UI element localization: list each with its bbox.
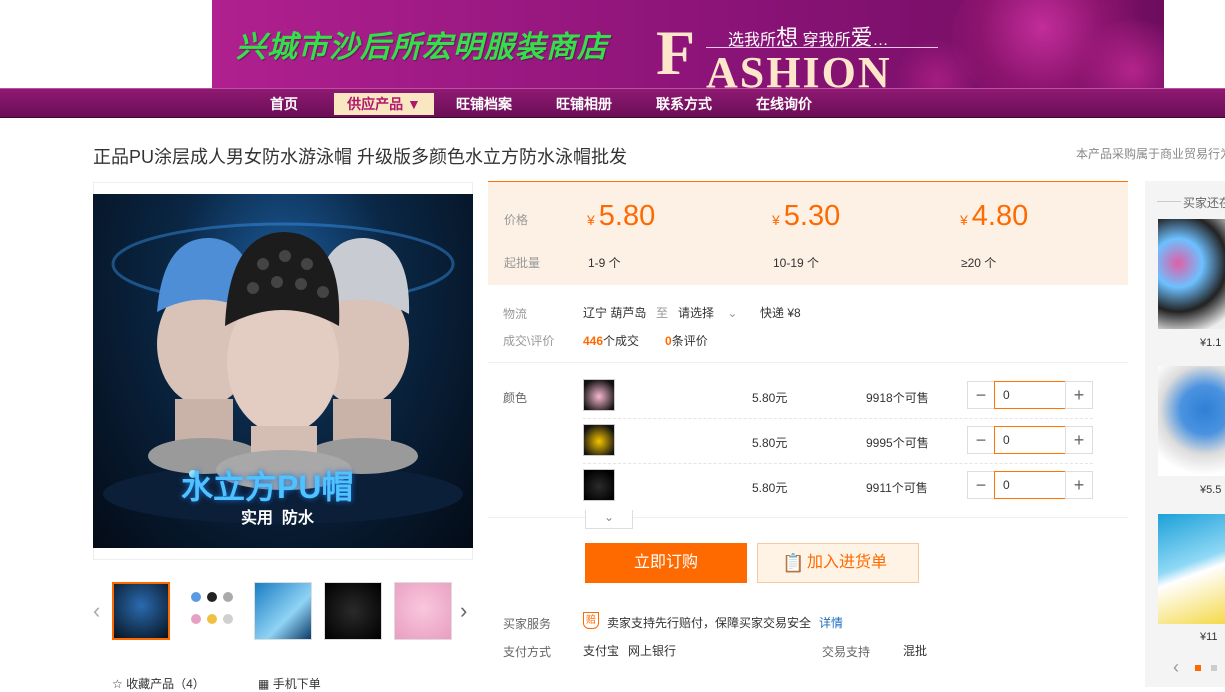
sku-stock: 9995个可售: [866, 436, 929, 450]
divider: [1157, 201, 1181, 202]
product-title: 正品PU涂层成人男女防水游泳帽 升级版多颜色水立方防水泳帽批发: [93, 147, 628, 167]
moq-label: 起批量: [504, 256, 541, 270]
ship-to-label: 至: [656, 306, 669, 320]
guarantee-details-link[interactable]: 详情: [819, 614, 843, 631]
buyer-service-label: 买家服务: [503, 617, 552, 631]
quantity-stepper: − 0 +: [967, 426, 1093, 454]
qr-code-icon: ▦: [258, 677, 270, 691]
thumbnail[interactable]: [183, 582, 241, 640]
sku-price: 5.80元: [752, 391, 788, 405]
qty-range-2: 10-19 个: [773, 256, 820, 270]
thumbnail[interactable]: [254, 582, 312, 640]
recommendations-sidebar: 买家还在 ¥1.1 ¥5.5 ¥11 ‹: [1145, 181, 1225, 687]
thumbnail[interactable]: [112, 582, 170, 640]
color-label: 颜色: [503, 391, 528, 405]
sku-swatch-yellow[interactable]: [583, 424, 615, 456]
clipboard-icon: 📋: [782, 553, 805, 573]
chevron-down-icon: ⌄: [727, 306, 738, 320]
carousel-dot-active[interactable]: [1195, 665, 1201, 671]
quantity-stepper: − 0 +: [967, 381, 1093, 409]
sku-swatch-pink[interactable]: [583, 379, 615, 411]
price-tier-3: ¥4.80: [960, 200, 1029, 232]
reviews-count[interactable]: 0条评价: [665, 332, 708, 349]
sku-price: 5.80元: [752, 481, 788, 495]
destination-select[interactable]: 请选择 ⌄: [678, 304, 737, 321]
sku-stock: 9918个可售: [866, 391, 929, 405]
quantity-stepper: − 0 +: [967, 471, 1093, 499]
sku-swatch-black[interactable]: [583, 469, 615, 501]
favorite-link[interactable]: ☆ 收藏产品（4）: [112, 675, 205, 692]
deals-count[interactable]: 446个成交: [583, 332, 639, 349]
decrement-button[interactable]: −: [967, 426, 995, 454]
shield-badge-icon: 赔: [583, 612, 599, 629]
carousel-dot[interactable]: [1211, 665, 1217, 671]
star-icon: ☆: [112, 677, 123, 691]
recommended-price: ¥1.1: [1200, 337, 1222, 349]
trade-support-value: 混批: [903, 644, 928, 658]
increment-button[interactable]: +: [1065, 426, 1093, 454]
qty-range-3: ≥20 个: [961, 256, 997, 270]
payment-alipay: 支付宝: [583, 644, 620, 658]
buy-now-button[interactable]: 立即订购: [585, 543, 747, 583]
sidebar-heading: 买家还在: [1183, 196, 1225, 210]
ship-origin: 辽宁 葫芦岛: [583, 306, 647, 320]
decrement-button[interactable]: −: [967, 381, 995, 409]
add-to-cart-button[interactable]: 📋 加入进货单: [757, 543, 919, 583]
gallery-next-arrow-icon[interactable]: ›: [460, 598, 467, 624]
payment-bank: 网上银行: [628, 644, 677, 658]
recommended-price: ¥5.5: [1200, 484, 1222, 496]
shop-nav: 首页 供应产品 ▼ 旺铺档案 旺铺相册 联系方式 在线询价: [0, 88, 1225, 118]
logistics-label: 物流: [503, 307, 528, 321]
divider: [488, 517, 1128, 518]
gallery-prev-arrow-icon[interactable]: ‹: [93, 598, 100, 624]
nav-home[interactable]: 首页: [254, 89, 314, 118]
nav-album[interactable]: 旺铺相册: [544, 89, 624, 118]
payment-label: 支付方式: [503, 645, 552, 659]
shop-name: 兴城市沙后所宏明服装商店: [236, 30, 608, 65]
deals-label: 成交\评价: [503, 334, 555, 348]
fashion-logo-text: ASHION: [706, 48, 892, 88]
quantity-input[interactable]: 0: [994, 381, 1066, 409]
trade-notice: 本产品采购属于商业贸易行为: [1076, 147, 1225, 161]
nav-inquiry[interactable]: 在线询价: [744, 89, 824, 118]
main-product-image[interactable]: 水立方PU帽 实用 防水: [93, 194, 473, 548]
price-tier-1: ¥5.80: [587, 200, 656, 232]
thumbnail[interactable]: [394, 582, 452, 640]
image-subcaption: 实用 防水: [241, 510, 314, 527]
recommended-item[interactable]: [1158, 514, 1225, 624]
recommended-price: ¥11: [1200, 631, 1218, 643]
price-label: 价格: [504, 213, 529, 227]
recommended-item[interactable]: [1158, 219, 1225, 329]
divider: [488, 362, 1128, 363]
guarantee-text: 卖家支持先行赔付，保障买家交易安全: [607, 616, 812, 630]
fashion-logo-initial: F: [656, 17, 696, 88]
quantity-input[interactable]: 0: [994, 426, 1066, 454]
sidebar-prev-arrow-icon[interactable]: ‹: [1173, 657, 1179, 678]
increment-button[interactable]: +: [1065, 471, 1093, 499]
increment-button[interactable]: +: [1065, 381, 1093, 409]
trade-support-label: 交易支持: [822, 645, 871, 659]
recommended-item[interactable]: [1158, 366, 1225, 476]
expand-skus-chevron-icon[interactable]: ⌄: [585, 510, 633, 529]
shop-banner: 兴城市沙后所宏明服装商店 F 选我所想 穿我所爱… ASHION: [212, 0, 1164, 88]
nav-contact[interactable]: 联系方式: [644, 89, 724, 118]
row-divider: [583, 463, 1093, 464]
nav-profile[interactable]: 旺铺档案: [444, 89, 524, 118]
image-caption: 水立方PU帽: [181, 469, 354, 505]
decrement-button[interactable]: −: [967, 471, 995, 499]
shipping-fee: 快递 ¥8: [760, 306, 801, 320]
quantity-input[interactable]: 0: [994, 471, 1066, 499]
nav-products[interactable]: 供应产品 ▼: [334, 93, 434, 115]
sku-price: 5.80元: [752, 436, 788, 450]
row-divider: [583, 418, 1093, 419]
price-tier-2: ¥5.30: [772, 200, 841, 232]
mobile-order-link[interactable]: ▦ 手机下单: [258, 675, 321, 692]
sku-stock: 9911个可售: [866, 481, 928, 495]
thumbnail[interactable]: [324, 582, 382, 640]
qty-range-1: 1-9 个: [588, 256, 621, 270]
